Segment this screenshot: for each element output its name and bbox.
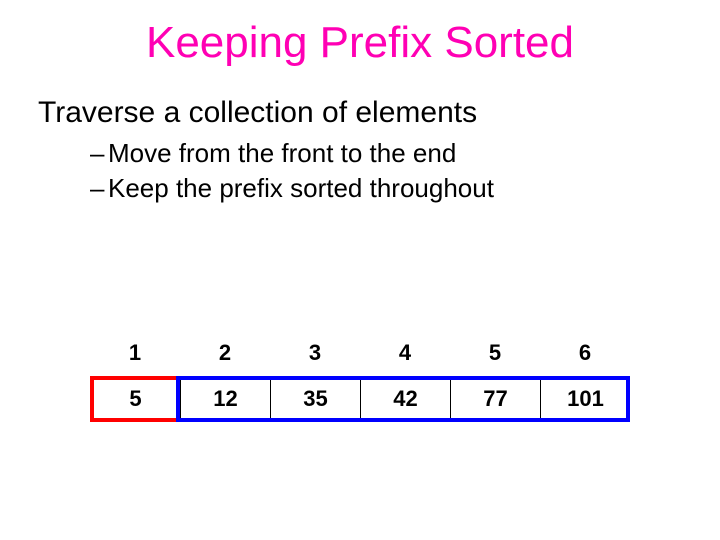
- index-label: 2: [180, 340, 270, 366]
- index-label: 3: [270, 340, 360, 366]
- index-label: 6: [540, 340, 630, 366]
- bullet-item: –Move from the front to the end: [90, 138, 720, 169]
- index-label: 5: [450, 340, 540, 366]
- array-cell: 35: [270, 376, 360, 422]
- bullet-list: –Move from the front to the end –Keep th…: [90, 138, 720, 204]
- dash-icon: –: [90, 138, 108, 169]
- array-diagram: 1 2 3 4 5 6 5 12 35 42 77 101: [90, 340, 630, 422]
- bullet-item: –Keep the prefix sorted throughout: [90, 173, 720, 204]
- index-row: 1 2 3 4 5 6: [90, 340, 630, 366]
- slide-title: Keeping Prefix Sorted: [0, 0, 720, 68]
- array-cell: 5: [90, 376, 180, 422]
- index-label: 4: [360, 340, 450, 366]
- array-cell: 77: [450, 376, 540, 422]
- intro-text: Traverse a collection of elements: [38, 96, 720, 130]
- index-label: 1: [90, 340, 180, 366]
- bullet-text: Keep the prefix sorted throughout: [108, 173, 494, 203]
- dash-icon: –: [90, 173, 108, 204]
- bullet-text: Move from the front to the end: [108, 138, 456, 168]
- cell-row: 5 12 35 42 77 101: [90, 376, 630, 422]
- array-cell: 42: [360, 376, 450, 422]
- array-cell: 12: [180, 376, 270, 422]
- array-cell: 101: [540, 376, 630, 422]
